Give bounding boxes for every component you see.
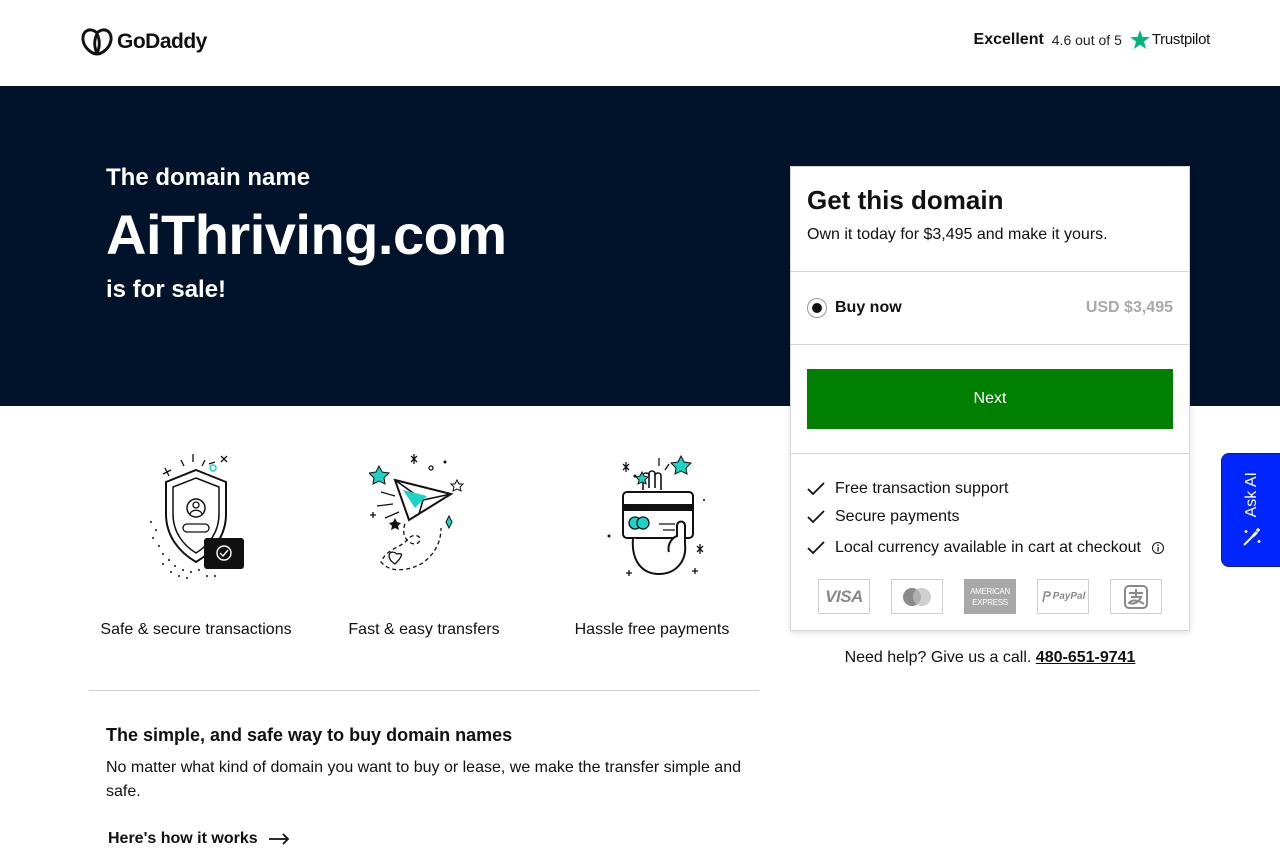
feature-item: Free transaction support <box>807 475 1177 503</box>
arrow-right-icon <box>268 833 289 845</box>
card-payment-icon <box>607 454 705 576</box>
section-divider <box>89 690 759 691</box>
card-subtitle: Own it today for $3,495 and make it your… <box>807 226 1108 243</box>
checkmark-icon <box>807 482 835 496</box>
card-divider <box>791 271 1189 272</box>
next-button[interactable]: Next <box>807 369 1173 429</box>
alipay-icon <box>1110 579 1162 614</box>
info-title: The simple, and safe way to buy domain n… <box>106 725 513 745</box>
logo-text: GoDaddy <box>117 30 207 53</box>
hero-eyebrow: The domain name <box>106 164 311 191</box>
american-express-icon: AMERICAN EXPRESS <box>964 579 1016 614</box>
trustpilot-brand: Trustpilot <box>1129 30 1210 49</box>
feature-tile-secure: Safe & secure transactions <box>96 452 296 639</box>
paypal-text: PayPal <box>1052 591 1086 602</box>
trustpilot-brand-text: Trustpilot <box>1151 31 1210 48</box>
for-sale-text: is for sale! <box>106 276 227 303</box>
domain-name-title: AiThriving.com <box>106 203 507 266</box>
buy-now-label: Buy now <box>835 299 902 316</box>
feature-item: Secure payments <box>807 503 1177 531</box>
how-it-works-link[interactable]: Here's how it works <box>108 830 290 848</box>
checkmark-icon <box>807 541 835 555</box>
buy-now-option[interactable]: Buy now USD $3,495 <box>807 297 1173 319</box>
info-icon[interactable] <box>1151 541 1165 555</box>
card-title: Get this domain <box>807 185 1004 215</box>
amex-line-1: AMERICAN <box>970 586 1010 596</box>
help-text: Need help? Give us a call. <box>844 649 1032 666</box>
visa-card-icon: VISA <box>818 579 870 614</box>
ask-ai-label: Ask AI <box>1243 472 1260 518</box>
card-divider <box>791 453 1189 454</box>
shield-icon <box>150 454 244 579</box>
site-header: GoDaddy Excellent 4.6 out of 5 Trustpilo… <box>0 0 1280 86</box>
ask-ai-button[interactable]: Ask AI <box>1221 453 1280 567</box>
info-body: No matter what kind of domain you want t… <box>106 759 741 800</box>
phone-link[interactable]: 480-651-9741 <box>1036 649 1136 666</box>
mastercard-icon <box>891 579 943 614</box>
checkmark-icon <box>807 510 835 524</box>
feature-text: Local currency available in cart at chec… <box>835 539 1141 556</box>
payment-methods: VISA AMERICAN EXPRESS PayPal <box>818 579 1162 614</box>
buy-now-price: USD $3,495 <box>1085 299 1173 316</box>
purchase-card: Get this domain Own it today for $3,495 … <box>790 166 1190 631</box>
magic-wand-icon <box>1243 527 1261 546</box>
feature-item: Local currency available in cart at chec… <box>807 534 1177 562</box>
trustpilot-score: 4.6 out of 5 <box>1051 31 1122 48</box>
tile-label: Hassle free payments <box>574 621 730 638</box>
godaddy-logo[interactable]: GoDaddy <box>81 28 207 56</box>
how-it-works-text: Here's how it works <box>108 830 258 847</box>
amex-line-2: EXPRESS <box>972 597 1008 607</box>
amex-text: AMERICAN EXPRESS <box>970 586 1010 608</box>
trustpilot-label: Excellent <box>973 30 1044 48</box>
feature-text: Free transaction support <box>835 480 1009 497</box>
tile-label: Fast & easy transfers <box>348 621 500 638</box>
feature-tile-payments: Hassle free payments <box>552 452 752 639</box>
tile-label: Safe & secure transactions <box>100 621 292 638</box>
help-line: Need help? Give us a call. 480-651-9741 <box>790 649 1190 667</box>
card-divider <box>791 344 1189 345</box>
visa-text: VISA <box>825 586 863 606</box>
feature-list: Free transaction support Secure payments… <box>807 475 1177 562</box>
trustpilot-star-icon <box>1129 30 1150 49</box>
trustpilot-rating[interactable]: Excellent 4.6 out of 5 Trustpilot <box>974 30 1210 49</box>
feature-tile-transfer: Fast & easy transfers <box>324 452 524 639</box>
buy-now-radio[interactable] <box>807 298 827 318</box>
radio-selected-dot <box>812 303 822 313</box>
paper-plane-icon <box>369 454 465 571</box>
godaddy-logo-icon <box>81 28 113 56</box>
paypal-icon: PayPal <box>1037 579 1089 614</box>
feature-text: Secure payments <box>835 508 960 525</box>
